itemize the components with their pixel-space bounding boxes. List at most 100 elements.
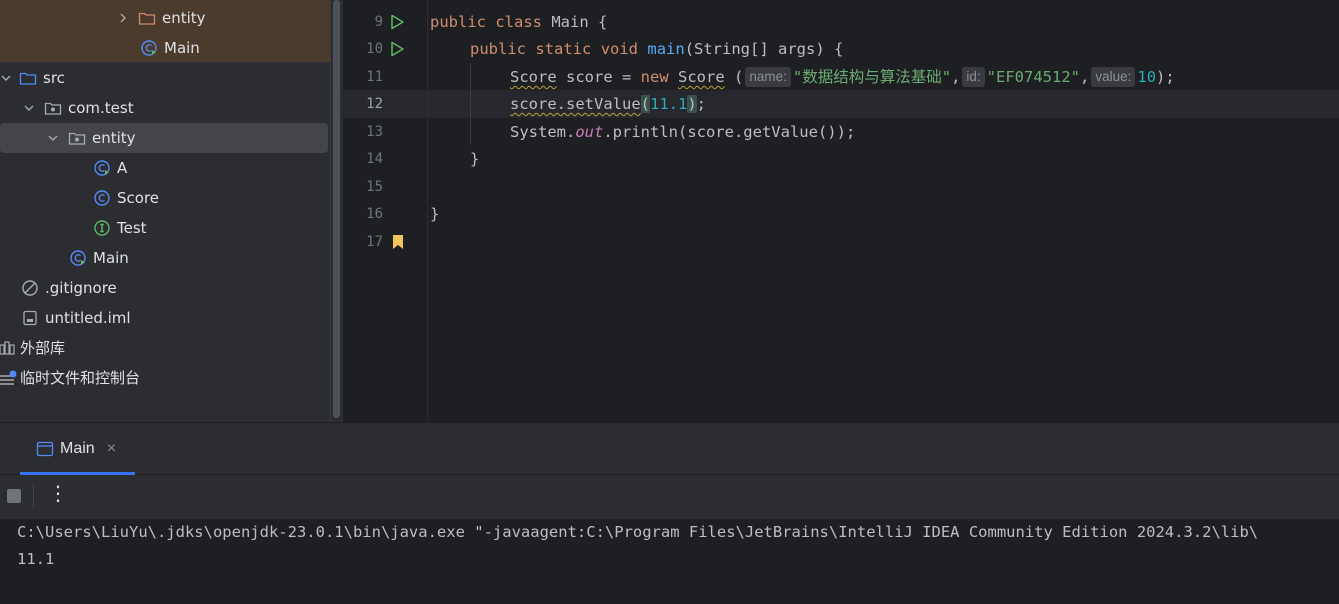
keyword: new <box>640 68 669 86</box>
chevron-right-icon[interactable] <box>116 11 130 25</box>
line-number: 10 <box>366 41 383 57</box>
tree-item-main[interactable]: Main <box>69 243 129 273</box>
code-text: score = <box>556 68 641 86</box>
chevron-down-icon[interactable] <box>46 131 60 145</box>
tree-scrollbar[interactable] <box>330 0 343 422</box>
tree-item-label: .gitignore <box>45 279 117 297</box>
library-icon <box>0 339 17 357</box>
run-gutter-icon[interactable] <box>389 41 405 57</box>
interface-icon <box>93 219 111 237</box>
tree-item-label: src <box>43 69 65 87</box>
keyword: public <box>470 40 526 58</box>
type-name: Score <box>678 68 725 86</box>
gutter-separator <box>427 0 428 422</box>
package-icon <box>68 129 86 147</box>
string-literal: "EF074512" <box>986 68 1080 86</box>
code-line-11[interactable]: Score score = new Score (name: "数据结构与算法基础… <box>510 63 1175 91</box>
line-number: 15 <box>366 179 383 195</box>
tree-item-score[interactable]: Score <box>93 183 159 213</box>
tree-item-src[interactable]: src <box>0 63 65 93</box>
class-icon <box>93 189 111 207</box>
class-run-icon <box>93 159 111 177</box>
line-number: 17 <box>366 234 383 250</box>
source-folder-icon <box>19 69 37 87</box>
console-icon <box>36 440 54 458</box>
class-run-icon <box>69 249 87 267</box>
stop-icon[interactable] <box>7 489 21 503</box>
tree-item-label: 临时文件和控制台 <box>20 369 141 387</box>
line-number-current: 12 <box>366 96 383 112</box>
keyword: class <box>495 13 543 31</box>
tree-item-label: A <box>117 159 128 177</box>
scrollbar-thumb[interactable] <box>333 0 340 418</box>
tree-item-label: entity <box>162 9 206 27</box>
keyword: public <box>430 13 486 31</box>
tree-item-untitled-iml[interactable]: untitled.iml <box>21 303 131 333</box>
code-text: } <box>470 150 480 168</box>
code-text: System. <box>510 123 576 141</box>
tree-item-entity-package[interactable]: entity <box>0 123 328 153</box>
run-gutter-icon[interactable] <box>389 14 405 30</box>
tab-label: Main <box>60 440 95 457</box>
string-literal: "数据结构与算法基础" <box>792 68 952 86</box>
code-text: } <box>430 205 440 223</box>
tree-item-label: Score <box>117 189 160 207</box>
tree-item-scratches[interactable]: 临时文件和控制台 <box>0 363 140 393</box>
tree-item-label: Main <box>93 249 129 267</box>
run-tab-bar: Main × <box>0 423 1339 475</box>
code-text: , <box>1080 68 1090 86</box>
package-icon <box>44 99 62 117</box>
tree-item-main-top[interactable]: Main <box>140 33 200 63</box>
code-line-14[interactable]: } <box>470 145 479 173</box>
tree-item-entity-folder[interactable]: entity <box>116 3 206 33</box>
matched-paren: ( <box>640 95 650 113</box>
tree-item-com-test[interactable]: com.test <box>22 93 134 123</box>
tree-item-test[interactable]: Test <box>93 213 147 243</box>
run-tab-main[interactable]: Main × <box>20 423 135 475</box>
tree-item-label: untitled.iml <box>45 309 131 327</box>
code-text: ); <box>1156 68 1175 86</box>
code-editor[interactable]: 9 10 11 12 13 14 15 16 17 public class M… <box>343 0 1339 422</box>
line-number: 11 <box>366 69 383 85</box>
parameter-hint: value: <box>1091 67 1136 87</box>
parameter-hint: id: <box>962 67 985 87</box>
line-number: 16 <box>366 206 383 222</box>
bookmark-icon[interactable] <box>392 235 404 249</box>
method-name: main <box>647 40 685 58</box>
console-line: C:\Users\LiuYu\.jdks\openjdk-23.0.1\bin\… <box>17 523 1259 541</box>
tree-item-label: Test <box>117 219 147 237</box>
console-output[interactable]: C:\Users\LiuYu\.jdks\openjdk-23.0.1\bin\… <box>0 519 1339 604</box>
keyword: void <box>600 40 639 58</box>
run-toolbar <box>0 475 1339 519</box>
parameter-hint: name: <box>745 67 791 87</box>
tree-item-label: 外部库 <box>20 339 66 357</box>
line-number: 9 <box>374 14 383 30</box>
module-file-icon <box>21 309 39 327</box>
line-number: 13 <box>366 124 383 140</box>
code-line-16[interactable]: } <box>430 200 439 228</box>
toolbar-separator <box>33 484 34 508</box>
chevron-down-icon[interactable] <box>22 101 36 115</box>
tree-item-a[interactable]: A <box>93 153 127 183</box>
tree-item-gitignore[interactable]: .gitignore <box>21 273 117 303</box>
chevron-down-icon[interactable] <box>0 71 13 85</box>
keyword: static <box>535 40 592 58</box>
code-line-10[interactable]: public static void main(String[] args) { <box>470 35 843 63</box>
more-options-icon[interactable]: ⋮ <box>48 481 68 505</box>
number-literal: 11.1 <box>650 95 688 113</box>
current-line-highlight <box>343 90 1339 118</box>
number-literal: 10 <box>1137 68 1157 86</box>
console-line: 11.1 <box>17 550 55 568</box>
code-line-12[interactable]: score.setValue(11.1); <box>510 90 706 118</box>
code-text: Main { <box>542 13 608 31</box>
close-icon[interactable]: × <box>107 440 116 458</box>
code-text: ; <box>696 95 707 113</box>
method-call: score.setValue <box>510 95 641 113</box>
tree-item-external-libraries[interactable]: 外部库 <box>0 333 65 363</box>
code-line-9[interactable]: public class Main { <box>430 8 607 36</box>
type-name: Score <box>510 68 557 86</box>
tree-item-label: Main <box>164 39 200 57</box>
line-number: 14 <box>366 151 383 167</box>
matched-paren: ) <box>687 95 697 113</box>
code-line-13[interactable]: System.out.println(score.getValue()); <box>510 118 855 146</box>
